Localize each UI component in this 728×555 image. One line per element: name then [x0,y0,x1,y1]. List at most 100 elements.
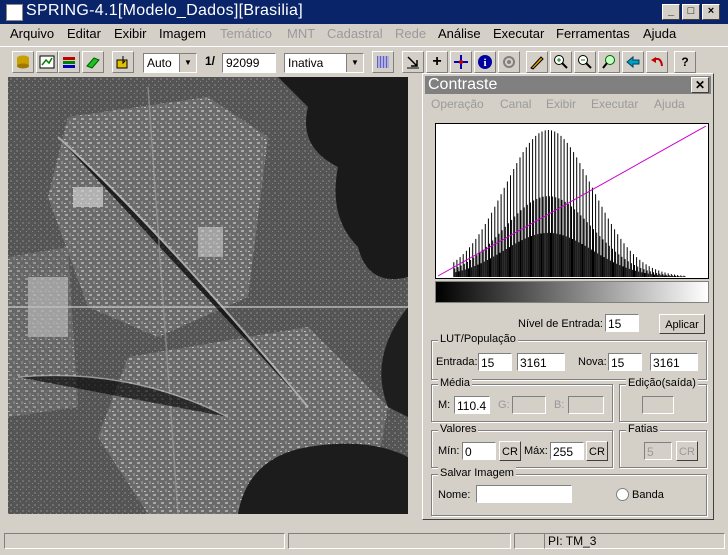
aplicar-button[interactable]: Aplicar [659,314,705,334]
edicao-group: Edição(saída) [619,377,707,422]
menu-bar: Arquivo Editar Exibir Imagem Temático MN… [0,24,728,44]
zoom-area-icon[interactable] [598,51,620,73]
status-bar: PI: TM_3 [0,531,728,551]
menu-tematico[interactable]: Temático [220,26,272,41]
nivel-entrada-input[interactable]: 15 [605,314,639,332]
image-canvas[interactable] [8,77,408,514]
nova-pop-input[interactable]: 3161 [650,353,698,371]
fatias-group-label: Fatias [626,423,660,435]
stretch-icon[interactable] [372,51,394,73]
layers-icon[interactable] [58,51,80,73]
crosshair-icon[interactable]: + [426,51,448,73]
close-button[interactable]: × [702,4,720,20]
nova-input[interactable]: 15 [608,353,642,371]
menu-imagem[interactable]: Imagem [159,26,206,41]
histogram-panel[interactable] [435,123,709,279]
undo-icon[interactable] [646,51,668,73]
state-select[interactable]: Inativa ▼ [284,53,364,73]
eraser-icon[interactable] [82,51,104,73]
menu-cadastral[interactable]: Cadastral [327,26,383,41]
b-input [568,396,604,414]
banda-radio[interactable] [616,488,629,501]
scale-field[interactable]: 92099 [222,53,276,73]
lut-group: LUT/População Entrada: 15 3161 Nova: 15 … [431,333,707,380]
svg-text:i: i [483,57,486,69]
satellite-image [8,77,408,514]
dialog-menu-exibir[interactable]: Exibir [546,97,576,111]
menu-executar[interactable]: Executar [493,26,544,41]
project-icon[interactable] [36,51,58,73]
cursor-info-icon[interactable] [112,51,134,73]
minimize-button[interactable]: _ [662,4,680,20]
max-cr-button[interactable]: CR [586,441,608,461]
status-panel-3 [514,533,545,549]
fit-window-icon[interactable] [402,51,424,73]
dialog-menu-executar[interactable]: Executar [591,97,638,111]
zoom-mode-select[interactable]: Auto ▼ [143,53,197,73]
menu-ferramentas[interactable]: Ferramentas [556,26,630,41]
dialog-menu-operacao[interactable]: Operação [431,97,484,111]
zoom-in-icon[interactable] [550,51,572,73]
valores-group: Valores Mín: 0 CR Máx: 255 CR [431,423,613,468]
entrada-label: Entrada: [436,356,478,368]
g-input [512,396,546,414]
pan-icon[interactable] [450,51,472,73]
grayscale-ramp [435,281,709,303]
status-panel-1 [4,533,285,549]
fatias-input: 5 [644,442,672,460]
min-cr-button[interactable]: CR [499,441,521,461]
menu-arquivo[interactable]: Arquivo [10,26,54,41]
back-arrow-icon[interactable] [622,51,644,73]
title-bar: SPRING-4.1[Modelo_Dados][Brasilia] _ □ × [0,0,728,24]
nome-input[interactable] [476,485,572,503]
b-label: B: [554,399,565,411]
min-label: Mín: [438,445,460,457]
menu-mnt[interactable]: MNT [287,26,315,41]
pencil-icon[interactable] [526,51,548,73]
app-icon [6,4,23,21]
valores-group-label: Valores [438,423,479,435]
fatias-group: Fatias 5 CR [619,423,707,468]
nome-label: Nome: [438,489,471,501]
salvar-group: Salvar Imagem Nome: Banda [431,467,707,516]
g-label: G: [498,399,510,411]
menu-analise[interactable]: Análise [438,26,481,41]
edicao-group-label: Edição(saída) [626,377,698,389]
dialog-menu-ajuda[interactable]: Ajuda [654,97,685,111]
help-button[interactable]: ? [674,51,696,73]
m-label: M: [438,399,451,411]
salvar-group-label: Salvar Imagem [438,467,516,479]
state-value: Inativa [288,56,324,70]
zoom-out-icon[interactable] [574,51,596,73]
menu-rede[interactable]: Rede [395,26,426,41]
entrada-input[interactable]: 15 [478,353,512,371]
media-group: Média M: 110.4 G: B: [431,377,613,422]
maximize-button[interactable]: □ [682,4,700,20]
dialog-title: Contraste [428,76,498,93]
menu-exibir[interactable]: Exibir [114,26,147,41]
status-panel-2 [288,533,511,549]
menu-editar[interactable]: Editar [67,26,101,41]
media-group-label: Média [438,377,472,389]
nivel-entrada-label: Nível de Entrada: [518,318,603,330]
dialog-menu-canal[interactable]: Canal [500,97,531,111]
entrada-pop-input[interactable]: 3161 [517,353,565,371]
close-icon[interactable]: ✕ [691,77,709,93]
chevron-down-icon: ▼ [179,54,196,72]
info-icon[interactable]: i [474,51,496,73]
settings-icon[interactable] [498,51,520,73]
database-icon[interactable] [12,51,34,73]
min-input[interactable]: 0 [462,442,496,460]
histogram-chart [437,125,707,277]
nova-label: Nova: [578,356,607,368]
max-input[interactable]: 255 [550,442,584,460]
fatias-cr-button: CR [676,441,698,461]
dialog-title-bar: Contraste ✕ [425,76,711,94]
lut-group-label: LUT/População [438,333,518,345]
menu-ajuda[interactable]: Ajuda [643,26,676,41]
m-input[interactable]: 110.4 [454,396,490,414]
chevron-down-icon: ▼ [346,54,363,72]
scale-prefix: 1/ [205,54,216,68]
edicao-input [642,396,674,414]
banda-label: Banda [632,489,664,501]
